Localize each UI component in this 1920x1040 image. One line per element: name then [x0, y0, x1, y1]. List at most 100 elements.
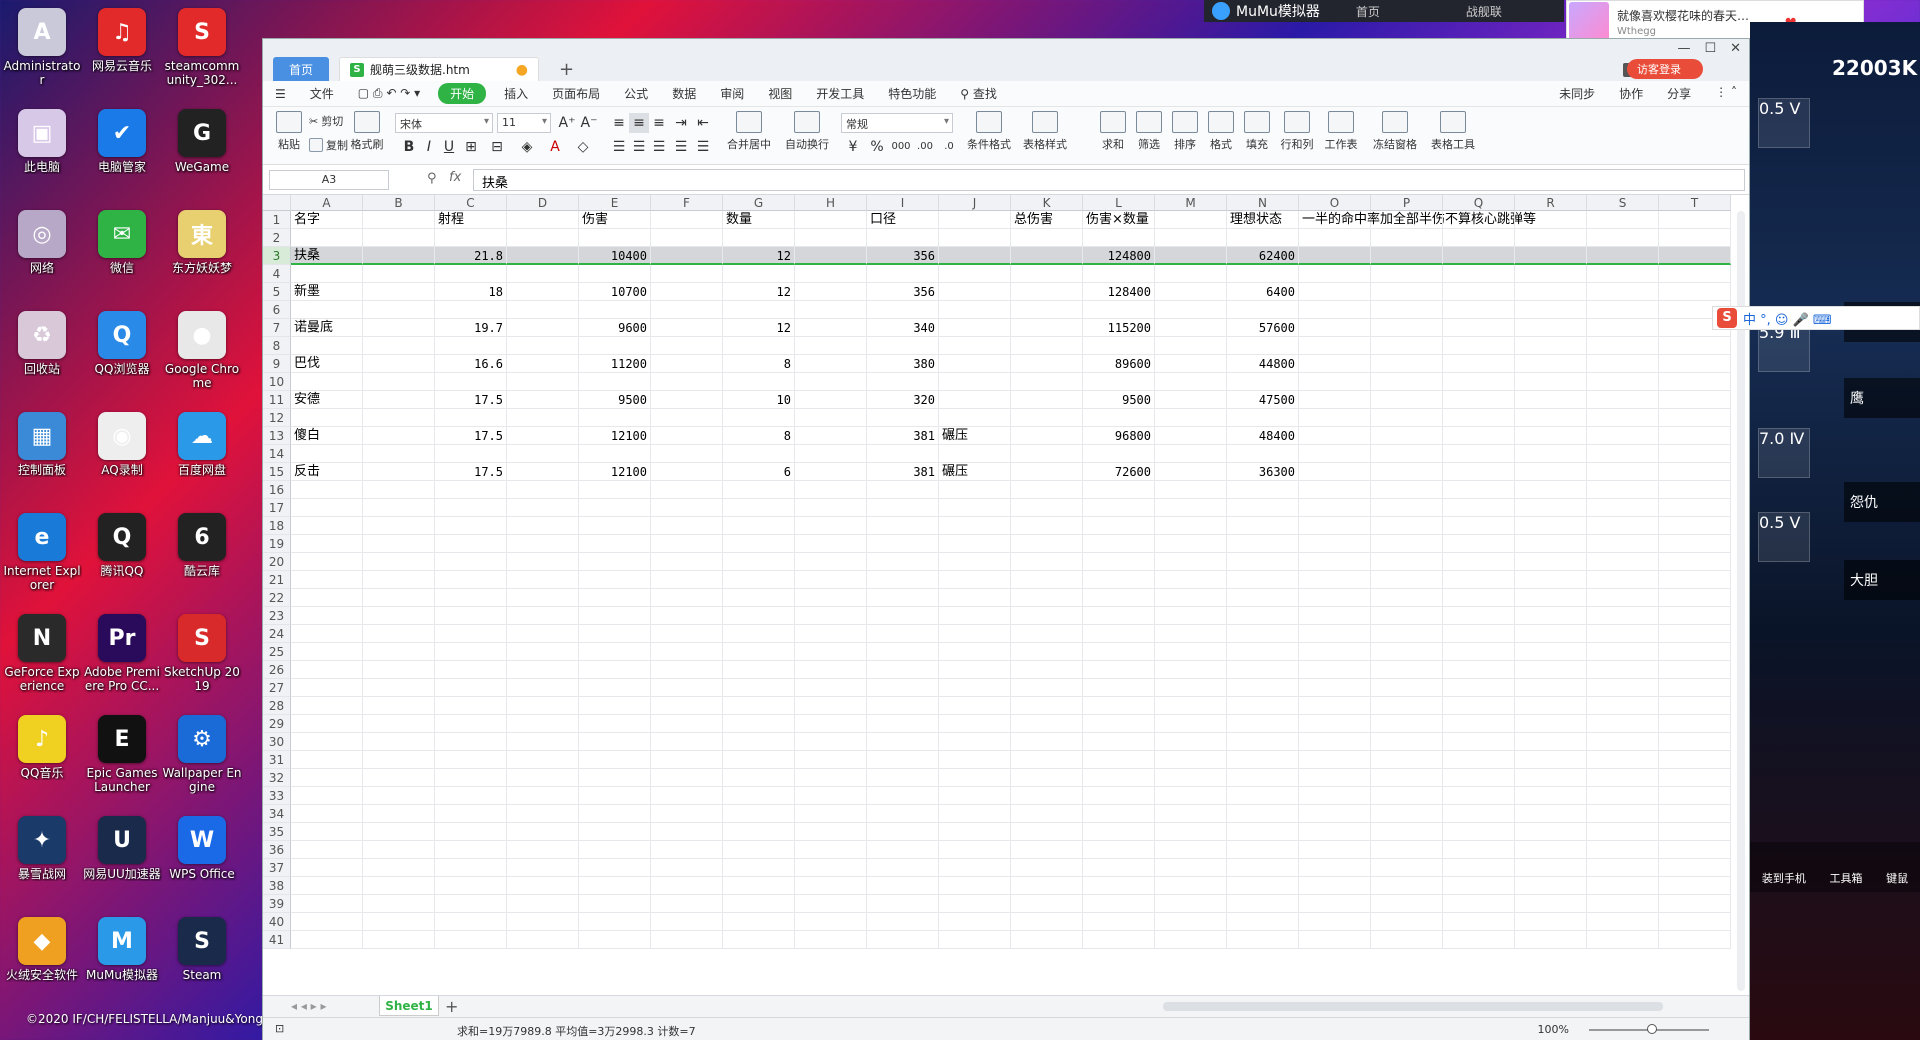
cell[interactable] — [1659, 571, 1731, 589]
cell[interactable] — [435, 787, 507, 805]
desktop-icon[interactable]: U 网易UU加速器 — [82, 812, 162, 908]
cell[interactable] — [507, 589, 579, 607]
cell[interactable] — [795, 751, 867, 769]
cell[interactable] — [1011, 247, 1083, 265]
cell[interactable]: 8 — [723, 355, 795, 373]
cell[interactable]: 一半的命中率加全部半伤不算核心跳弹等 — [1299, 211, 1536, 229]
cell[interactable] — [1443, 697, 1515, 715]
cell[interactable] — [795, 409, 867, 427]
cell[interactable] — [435, 589, 507, 607]
conditional-format-button[interactable]: 条件格式 — [963, 109, 1015, 152]
cell[interactable] — [1299, 283, 1371, 301]
cell[interactable] — [651, 625, 723, 643]
cell[interactable]: 21.8 — [435, 247, 507, 265]
cell[interactable] — [1443, 679, 1515, 697]
cell[interactable] — [1515, 787, 1587, 805]
cell[interactable] — [1587, 697, 1659, 715]
cell[interactable]: 巴伐 — [291, 355, 363, 373]
column-header[interactable]: H — [795, 195, 867, 211]
cell[interactable] — [1587, 427, 1659, 445]
cell[interactable] — [507, 535, 579, 553]
cell[interactable] — [1011, 931, 1083, 949]
cell[interactable] — [651, 409, 723, 427]
cell[interactable] — [1083, 805, 1155, 823]
cell[interactable] — [1011, 265, 1083, 283]
cell[interactable] — [579, 733, 651, 751]
cell[interactable] — [1587, 211, 1659, 229]
cell[interactable] — [723, 589, 795, 607]
fill-color-icon[interactable]: ⊟ — [487, 137, 507, 157]
cell[interactable] — [1587, 679, 1659, 697]
cell[interactable] — [651, 679, 723, 697]
cell[interactable] — [1155, 247, 1227, 265]
cell[interactable] — [867, 571, 939, 589]
cell[interactable] — [435, 499, 507, 517]
game-button-grudge[interactable]: 怨仇 — [1844, 482, 1920, 522]
cell[interactable] — [1659, 463, 1731, 481]
italic-icon[interactable]: I — [419, 137, 439, 157]
cell[interactable] — [1083, 517, 1155, 535]
cell[interactable] — [1443, 733, 1515, 751]
cell[interactable] — [867, 535, 939, 553]
cell[interactable] — [291, 877, 363, 895]
desktop-icon[interactable]: ♪ QQ音乐 — [2, 711, 82, 807]
cell[interactable] — [1083, 733, 1155, 751]
row-header[interactable]: 2 — [263, 229, 291, 247]
cell[interactable] — [1227, 337, 1299, 355]
cell[interactable]: 12 — [723, 283, 795, 301]
cell[interactable] — [1155, 805, 1227, 823]
format-painter-button[interactable]: 格式刷 — [345, 109, 389, 152]
cell[interactable] — [723, 373, 795, 391]
cell[interactable] — [1083, 787, 1155, 805]
zoom-level[interactable]: 100% — [1538, 1023, 1569, 1036]
cell[interactable] — [1155, 535, 1227, 553]
cell[interactable] — [1011, 319, 1083, 337]
cell[interactable] — [1299, 553, 1371, 571]
cell[interactable] — [1227, 733, 1299, 751]
cell[interactable] — [579, 481, 651, 499]
cell[interactable] — [795, 733, 867, 751]
row-header[interactable]: 36 — [263, 841, 291, 859]
cell[interactable] — [1155, 751, 1227, 769]
cell[interactable] — [507, 463, 579, 481]
cell[interactable] — [1011, 355, 1083, 373]
cell[interactable] — [1371, 445, 1443, 463]
cell[interactable] — [579, 517, 651, 535]
cell[interactable] — [1227, 679, 1299, 697]
cell[interactable] — [1371, 679, 1443, 697]
cell[interactable] — [1371, 859, 1443, 877]
cell[interactable]: 12100 — [579, 463, 651, 481]
cell[interactable] — [939, 373, 1011, 391]
cell[interactable] — [1371, 607, 1443, 625]
row-header[interactable]: 15 — [263, 463, 291, 481]
cell[interactable] — [1371, 661, 1443, 679]
clear-icon[interactable]: ◇ — [573, 137, 593, 157]
desktop-icon[interactable]: Ssteamcommunity_302... — [162, 4, 242, 100]
cell[interactable] — [291, 373, 363, 391]
cell[interactable]: 总伤害 — [1011, 211, 1083, 229]
align-left-icon[interactable]: ☰ — [609, 137, 629, 157]
cell[interactable]: 6400 — [1227, 283, 1299, 301]
cell[interactable] — [1155, 679, 1227, 697]
cell[interactable] — [291, 859, 363, 877]
cell[interactable] — [435, 859, 507, 877]
cell[interactable]: 320 — [867, 391, 939, 409]
cell[interactable] — [507, 211, 579, 229]
cell[interactable] — [1155, 877, 1227, 895]
cell[interactable] — [291, 571, 363, 589]
cell[interactable] — [1011, 661, 1083, 679]
cell[interactable] — [1443, 805, 1515, 823]
tab-home[interactable]: 首页 — [273, 57, 329, 81]
cell[interactable] — [1659, 751, 1731, 769]
cell[interactable] — [1299, 679, 1371, 697]
cell[interactable] — [363, 247, 435, 265]
cell[interactable] — [867, 913, 939, 931]
cell[interactable] — [435, 823, 507, 841]
cell[interactable] — [1083, 859, 1155, 877]
cell[interactable] — [1299, 895, 1371, 913]
cell[interactable] — [507, 301, 579, 319]
cell[interactable] — [651, 805, 723, 823]
cell[interactable] — [795, 805, 867, 823]
column-header[interactable]: E — [579, 195, 651, 211]
cell[interactable] — [1443, 571, 1515, 589]
